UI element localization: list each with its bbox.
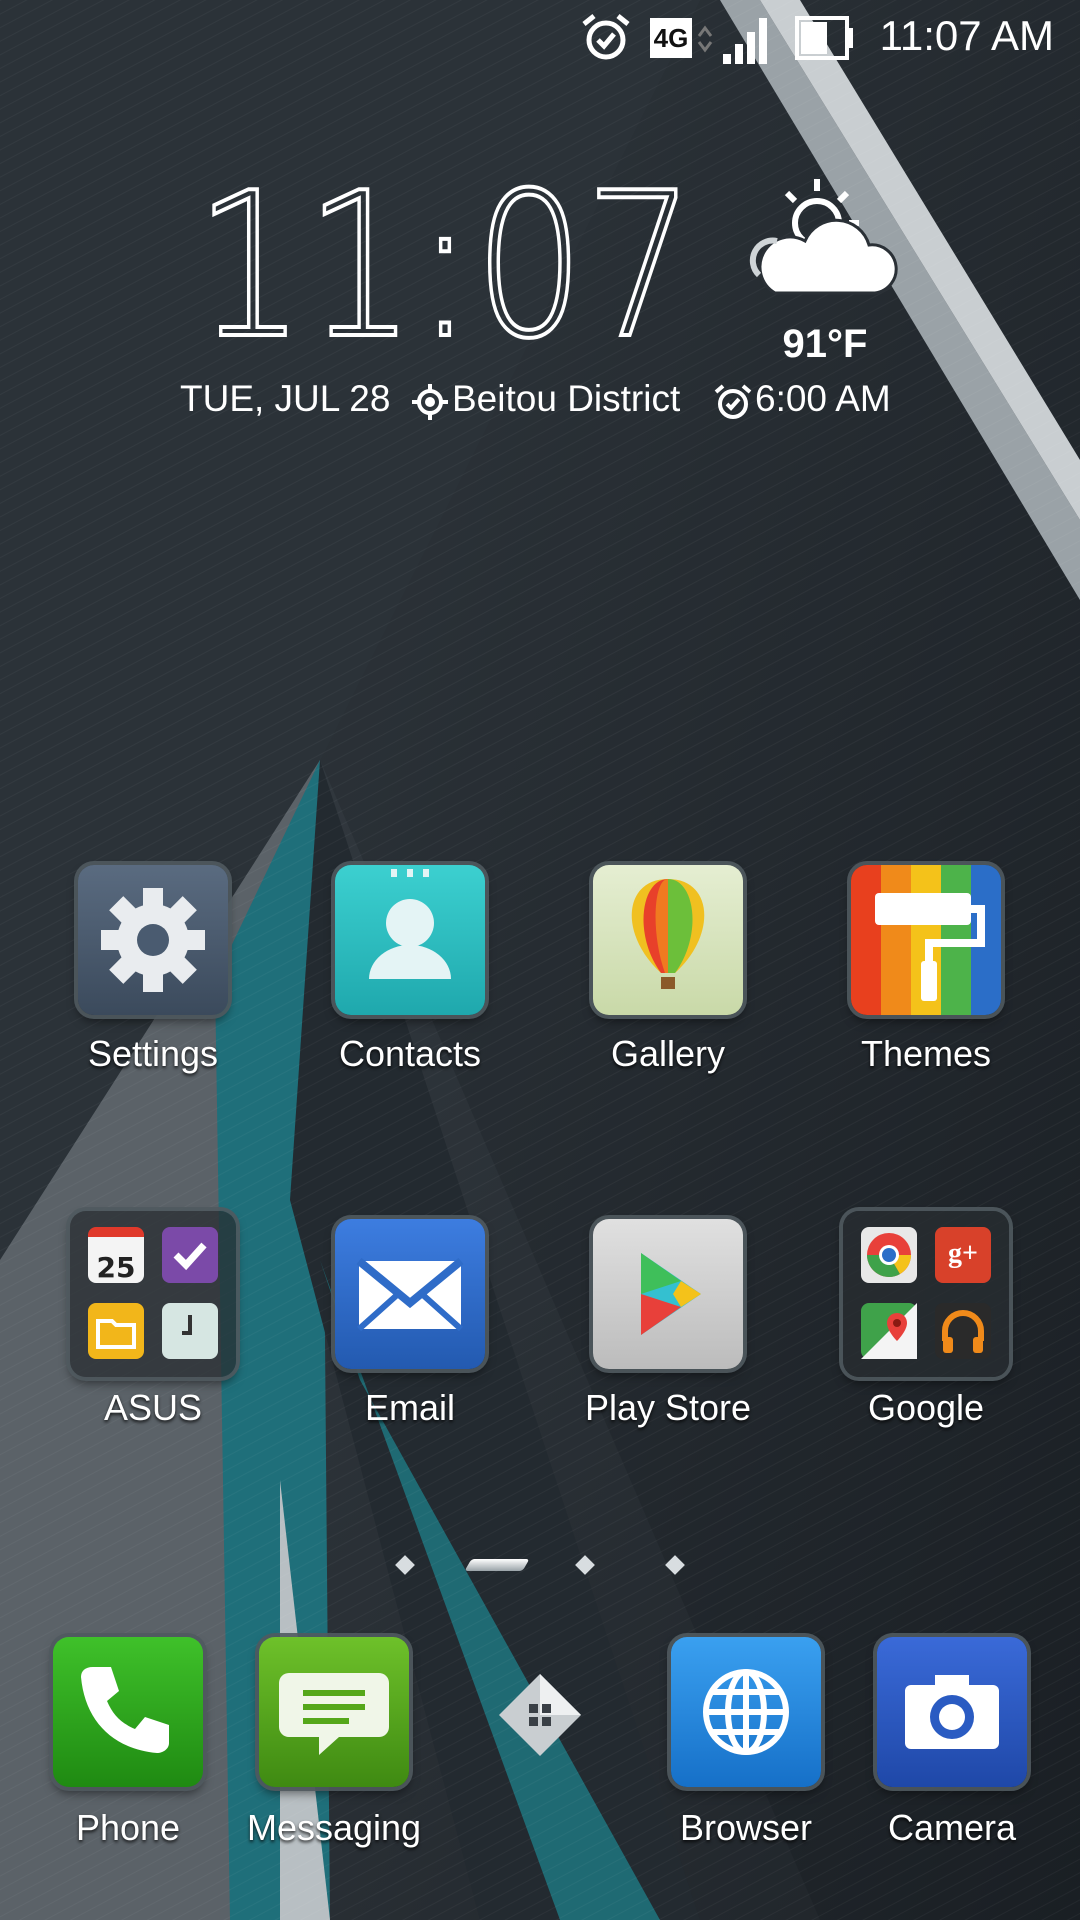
envelope-icon [356, 1257, 464, 1332]
app-label: Camera [887, 1807, 1017, 1848]
temperature: 91°F [782, 322, 868, 366]
phone-tile [53, 1637, 203, 1787]
network-4g-icon: 4G [650, 18, 692, 58]
app-email[interactable]: Email [300, 1219, 520, 1459]
settings-tile [78, 865, 228, 1015]
google-folder-tile: g+ [843, 1211, 1009, 1377]
message-icon [279, 1673, 389, 1755]
status-time: 11:07 AM [879, 12, 1054, 59]
page-dot[interactable] [575, 1555, 595, 1575]
app-label: Settings [87, 1033, 219, 1074]
gear-icon [101, 888, 205, 992]
phone-icon [81, 1667, 169, 1753]
page-dot-active[interactable] [464, 1559, 530, 1571]
app-themes[interactable]: Themes [816, 865, 1036, 1105]
app-settings[interactable]: Settings [43, 865, 263, 1105]
google-plus-icon: g+ [935, 1227, 991, 1283]
app-label: Gallery [610, 1033, 726, 1074]
app-play-store[interactable]: Play Store [558, 1219, 778, 1459]
messaging-tile [259, 1637, 409, 1787]
camera-icon [905, 1675, 999, 1749]
play-store-icon [641, 1253, 701, 1335]
clock-info-row: TUE, JUL 28 Beitou District 6:00 AM [0, 378, 1080, 428]
email-tile [335, 1219, 485, 1369]
todo-icon [162, 1227, 218, 1283]
globe-icon [703, 1669, 789, 1755]
app-label: Contacts [338, 1033, 482, 1074]
clock-time-text: 11:07 [195, 175, 695, 360]
battery-icon [795, 16, 853, 60]
app-label: Email [364, 1387, 456, 1428]
hot-air-balloon-icon [631, 879, 705, 989]
calendar-icon: 25 [88, 1227, 144, 1284]
app-contacts[interactable]: Contacts [300, 865, 520, 1105]
date-text: TUE, JUL 28 [180, 378, 391, 419]
play-store-tile [593, 1219, 743, 1369]
page-dot[interactable] [665, 1555, 685, 1575]
alarm-time-text: 6:00 AM [755, 378, 891, 419]
file-manager-icon [88, 1303, 144, 1359]
page-indicator [0, 1555, 1080, 1575]
folder-google[interactable]: g+ Google [816, 1211, 1036, 1459]
maps-icon [861, 1303, 917, 1359]
signal-icon [697, 18, 767, 64]
app-label: Play Store [584, 1387, 752, 1428]
camera-tile [877, 1637, 1027, 1787]
location-icon [412, 384, 448, 420]
app-gallery[interactable]: Gallery [558, 865, 778, 1105]
alarm-icon [582, 14, 630, 60]
app-label: Themes [860, 1033, 992, 1074]
themes-tile [851, 865, 1001, 1015]
all-apps-icon[interactable] [495, 1670, 585, 1760]
app-label: Messaging [246, 1807, 422, 1848]
clock-icon [162, 1303, 218, 1359]
browser-tile [671, 1637, 821, 1787]
play-music-icon [935, 1303, 991, 1359]
person-icon [369, 869, 451, 979]
contacts-tile [335, 865, 485, 1015]
chrome-icon [861, 1227, 917, 1283]
app-label: Google [867, 1387, 985, 1428]
alarm-icon [714, 384, 752, 419]
asus-folder-tile: 25 [70, 1211, 236, 1377]
partly-cloudy-icon [749, 179, 898, 295]
app-messaging[interactable]: Messaging [224, 1637, 444, 1877]
clock-time-display: 11:07 [195, 175, 697, 360]
status-bar: 4G 11:07 AM [0, 0, 1080, 78]
location-text: Beitou District [452, 378, 681, 419]
gallery-tile [593, 865, 743, 1015]
app-label: ASUS [103, 1387, 203, 1428]
paint-roller-icon [875, 893, 985, 1001]
folder-asus[interactable]: 25 ASUS [43, 1211, 263, 1459]
page-dot[interactable] [395, 1555, 415, 1575]
app-camera[interactable]: Camera [842, 1637, 1062, 1877]
